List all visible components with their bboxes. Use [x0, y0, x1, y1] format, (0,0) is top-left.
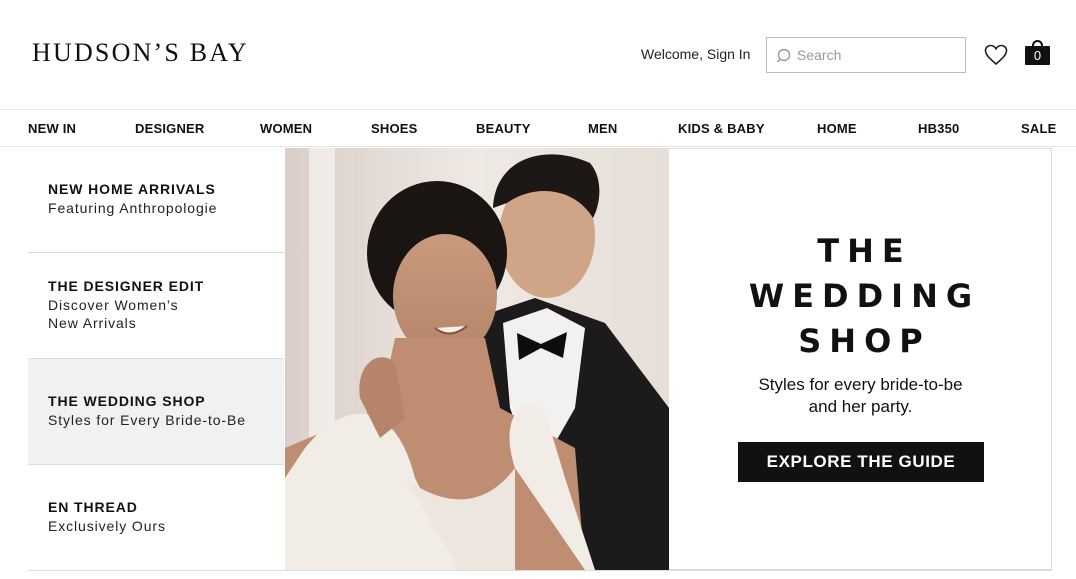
- feature-subtitle: Featuring Anthropologie: [48, 200, 218, 216]
- promo-subtitle-line-1: Styles for every bride-to-be: [758, 375, 963, 394]
- promo-title-line-3: SHOP: [798, 322, 931, 360]
- search-icon: [776, 48, 791, 63]
- nav-item-kids-baby[interactable]: KIDS & BABY: [678, 121, 765, 136]
- feature-title: EN THREAD: [48, 499, 138, 515]
- feature-en-thread[interactable]: EN THREAD Exclusively Ours: [28, 465, 284, 570]
- nav-item-hb350[interactable]: HB350: [918, 121, 959, 136]
- promo-subtitle: Styles for every bride-to-be and her par…: [669, 374, 1052, 418]
- promo-title-line-2: WEDDING: [748, 277, 981, 315]
- feature-subtitle-line-1: Discover Women’s: [48, 297, 179, 313]
- nav-item-men[interactable]: MEN: [588, 121, 618, 136]
- wedding-couple-photo[interactable]: [285, 148, 669, 570]
- heart-icon[interactable]: [984, 44, 1008, 66]
- feature-title: NEW HOME ARRIVALS: [48, 181, 216, 197]
- search-input[interactable]: [797, 44, 957, 66]
- site-header: HUDSON’S BAY Welcome, Sign In 0: [0, 0, 1076, 109]
- nav-item-beauty[interactable]: BEAUTY: [476, 121, 531, 136]
- feature-new-home-arrivals[interactable]: NEW HOME ARRIVALS Featuring Anthropologi…: [28, 147, 284, 252]
- search-box[interactable]: [766, 37, 966, 73]
- nav-item-home[interactable]: HOME: [817, 121, 857, 136]
- explore-guide-button[interactable]: EXPLORE THE GUIDE: [738, 442, 984, 482]
- promo-title: THE WEDDING SHOP: [669, 229, 1052, 364]
- main-nav: NEW IN DESIGNER WOMEN SHOES BEAUTY MEN K…: [0, 109, 1076, 147]
- nav-item-new-in[interactable]: NEW IN: [28, 121, 76, 136]
- welcome-sign-in-link[interactable]: Welcome, Sign In: [641, 46, 750, 62]
- bag-count-badge: 0: [1033, 48, 1042, 63]
- promo-panel: THE WEDDING SHOP Styles for every bride-…: [669, 148, 1052, 570]
- content-bottom-border: [28, 570, 1052, 571]
- feature-subtitle: Styles for Every Bride-to-Be: [48, 412, 246, 428]
- feature-designer-edit[interactable]: THE DESIGNER EDIT Discover Women’s New A…: [28, 253, 284, 358]
- promo-subtitle-line-2: and her party.: [808, 397, 913, 416]
- feature-title: THE WEDDING SHOP: [48, 393, 206, 409]
- site-logo[interactable]: HUDSON’S BAY: [32, 38, 249, 68]
- promo-title-line-1: THE: [817, 232, 912, 270]
- feature-wedding-shop[interactable]: THE WEDDING SHOP Styles for Every Bride-…: [28, 359, 284, 464]
- nav-item-women[interactable]: WOMEN: [260, 121, 312, 136]
- shopping-bag-button[interactable]: 0: [1025, 40, 1051, 66]
- nav-item-shoes[interactable]: SHOES: [371, 121, 418, 136]
- feature-title: THE DESIGNER EDIT: [48, 278, 205, 294]
- feature-subtitle: Exclusively Ours: [48, 518, 166, 534]
- nav-item-sale[interactable]: SALE: [1021, 121, 1056, 136]
- feature-subtitle-line-2: New Arrivals: [48, 315, 137, 331]
- nav-item-designer[interactable]: DESIGNER: [135, 121, 205, 136]
- feature-list: NEW HOME ARRIVALS Featuring Anthropologi…: [28, 147, 284, 571]
